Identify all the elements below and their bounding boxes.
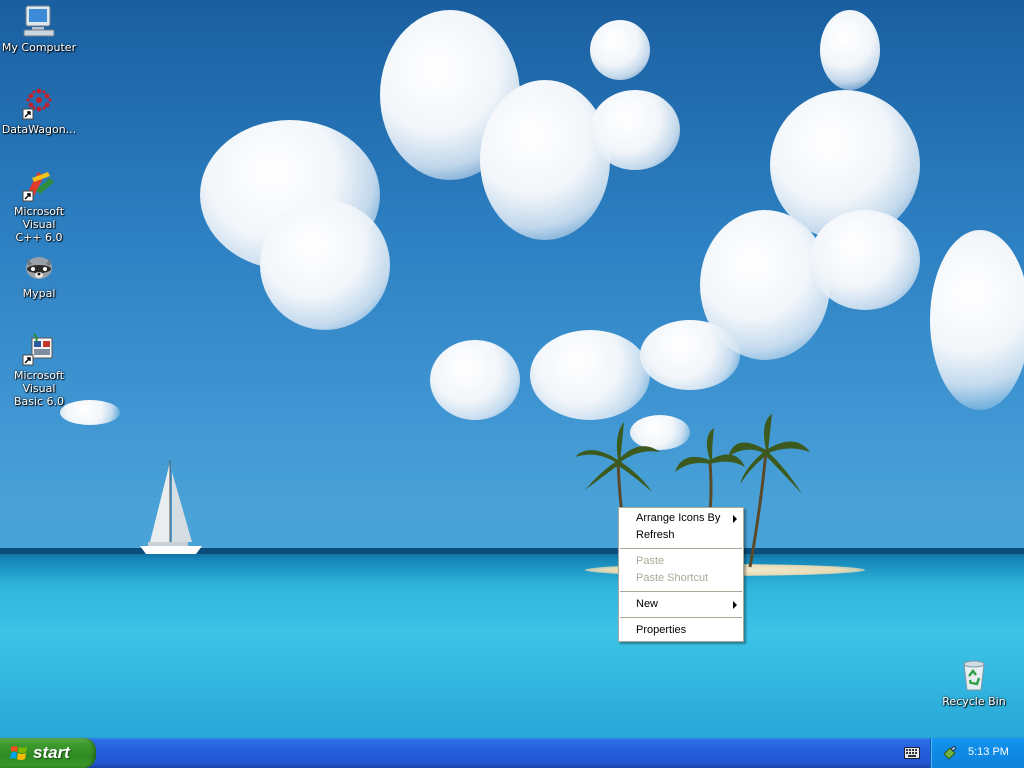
- menu-item-label: Paste: [636, 555, 665, 567]
- desktop-icon-recycle-bin[interactable]: Recycle Bin: [935, 658, 1013, 708]
- start-label: start: [33, 743, 70, 762]
- menu-item-label: Arrange Icons By: [636, 512, 721, 524]
- desktop-icon-visual-cpp[interactable]: Microsoft Visual C++ 6.0: [0, 168, 78, 244]
- desktop-wallpaper[interactable]: [0, 0, 1024, 738]
- desktop-icon-datawagon[interactable]: DataWagon...: [0, 86, 78, 136]
- menu-item-arrange-icons-by[interactable]: Arrange Icons By: [619, 510, 743, 527]
- menu-item-properties[interactable]: Properties: [619, 622, 743, 639]
- system-clock[interactable]: 5:13 PM: [968, 746, 1009, 758]
- desktop-icon-visual-basic[interactable]: Microsoft Visual Basic 6.0: [0, 332, 78, 408]
- start-button[interactable]: start: [0, 738, 96, 768]
- desktop-context-menu: Arrange Icons By Refresh Paste Paste Sho…: [618, 507, 744, 642]
- taskbar[interactable]: start 5:13 PM: [0, 738, 1024, 768]
- cloud: [480, 80, 610, 240]
- cloud: [430, 340, 520, 420]
- menu-item-label: Refresh: [636, 529, 675, 541]
- desktop-icon-my-computer[interactable]: My Computer: [0, 4, 78, 54]
- cloud: [820, 10, 880, 90]
- cloud: [810, 210, 920, 310]
- menu-item-new[interactable]: New: [619, 596, 743, 613]
- menu-item-paste: Paste: [619, 553, 743, 570]
- desktop-icon-label: DataWagon...: [1, 123, 77, 136]
- menu-item-refresh[interactable]: Refresh: [619, 527, 743, 544]
- datawagon-shortcut-icon: [22, 88, 52, 120]
- desktop-icon-label: Microsoft Visual C++ 6.0: [13, 205, 65, 244]
- cloud: [640, 320, 740, 390]
- cloud: [260, 200, 390, 330]
- submenu-arrow-icon: [733, 515, 737, 523]
- menu-item-label: New: [636, 598, 659, 610]
- cloud: [590, 20, 650, 80]
- submenu-arrow-icon: [733, 601, 737, 609]
- menu-separator: [620, 591, 742, 592]
- safely-remove-hardware-icon[interactable]: [942, 746, 957, 760]
- desktop-icon-label: Mypal: [22, 287, 56, 300]
- mypal-raccoon-icon: [26, 257, 52, 279]
- system-tray: 5:13 PM: [930, 738, 1024, 768]
- sea: [0, 548, 1024, 738]
- keyboard-language-icon[interactable]: [904, 747, 920, 759]
- my-computer-icon: [23, 5, 55, 37]
- cloud: [590, 90, 680, 170]
- desktop-icon-label: Recycle Bin: [942, 695, 1006, 708]
- menu-separator: [620, 617, 742, 618]
- recycle-bin-icon: [963, 660, 985, 691]
- menu-item-paste-shortcut: Paste Shortcut: [619, 570, 743, 587]
- desktop-icon-label: My Computer: [1, 41, 77, 54]
- desktop-icon-label: Microsoft Visual Basic 6.0: [13, 369, 65, 408]
- cloud: [530, 330, 650, 420]
- menu-item-label: Paste Shortcut: [636, 572, 709, 584]
- menu-item-label: Properties: [636, 624, 687, 636]
- visual-cpp-shortcut-icon: [22, 172, 54, 202]
- menu-separator: [620, 548, 742, 549]
- visual-basic-shortcut-icon: [22, 333, 53, 366]
- windows-logo-icon: [10, 746, 27, 760]
- desktop-icon-mypal[interactable]: Mypal: [0, 250, 78, 300]
- sailboat-image: [140, 460, 202, 554]
- cloud: [930, 230, 1024, 410]
